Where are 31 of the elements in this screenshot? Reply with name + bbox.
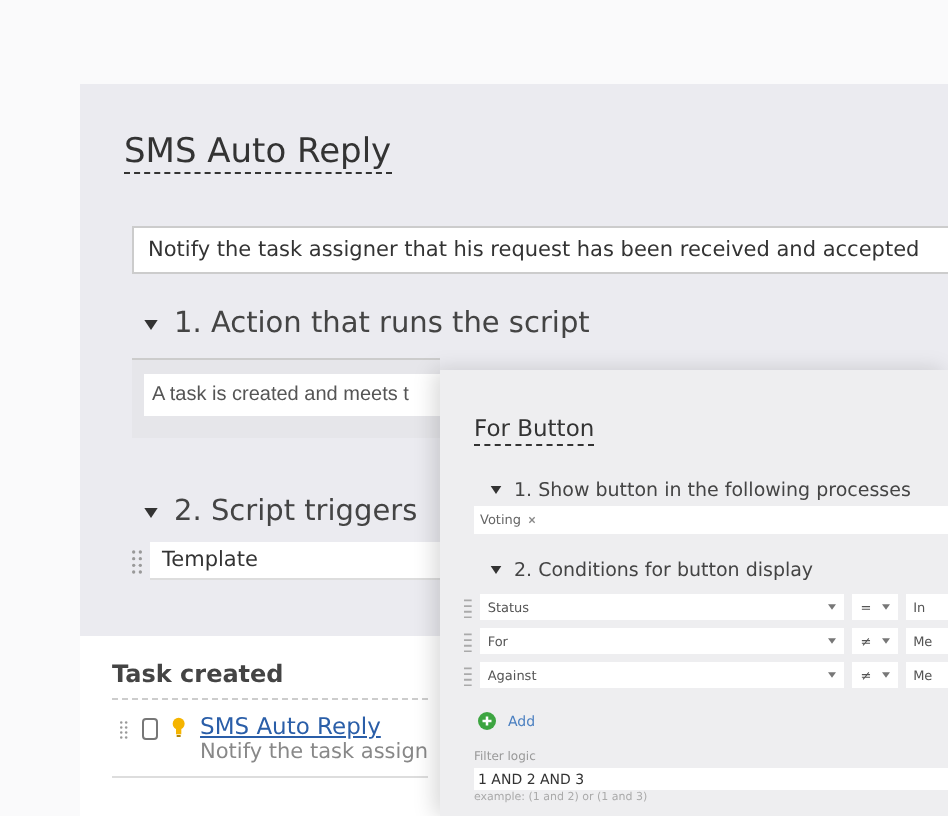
description-field[interactable]: Notify the task assigner that his request has been received and accepted bbox=[132, 226, 948, 274]
dropdown-caret-icon bbox=[828, 638, 837, 644]
drag-handle-icon[interactable] bbox=[120, 718, 128, 742]
dropdown-caret-icon bbox=[828, 604, 837, 610]
checkbox[interactable] bbox=[141, 718, 159, 740]
dropdown-caret-icon bbox=[828, 672, 837, 678]
caret-icon[interactable] bbox=[490, 566, 502, 574]
action-field[interactable]: A task is created and meets t bbox=[144, 374, 440, 416]
dropdown-caret-icon bbox=[881, 604, 890, 610]
close-icon[interactable] bbox=[527, 516, 536, 524]
caret-icon[interactable] bbox=[490, 486, 502, 494]
script-link[interactable]: SMS Auto Reply bbox=[200, 712, 381, 740]
section-title: 2. Conditions for button display bbox=[514, 559, 814, 581]
dropdown-caret-icon bbox=[881, 638, 890, 644]
drag-handle-icon[interactable] bbox=[132, 549, 142, 573]
section-title: 2. Script triggers bbox=[174, 496, 418, 528]
drag-handle-icon[interactable] bbox=[464, 665, 472, 685]
dropdown-caret-icon bbox=[881, 672, 890, 678]
section-title: 1. Show button in the following processes bbox=[514, 479, 911, 501]
caret-icon[interactable] bbox=[144, 319, 158, 329]
panel-title: For Button bbox=[474, 414, 595, 446]
task-card-title: Task created bbox=[112, 660, 428, 700]
script-title: SMS Auto Reply bbox=[124, 132, 392, 174]
lightbulb-icon bbox=[172, 714, 187, 740]
drag-handle-icon[interactable] bbox=[464, 597, 472, 617]
section-title: 1. Action that runs the script bbox=[174, 308, 590, 340]
add-icon[interactable] bbox=[478, 712, 496, 730]
script-description: Notify the task assign bbox=[200, 740, 429, 764]
drag-handle-icon[interactable] bbox=[464, 631, 472, 651]
trigger-field[interactable]: Template bbox=[150, 542, 440, 580]
caret-icon[interactable] bbox=[144, 507, 158, 517]
